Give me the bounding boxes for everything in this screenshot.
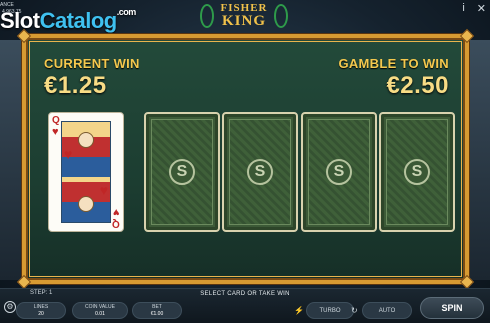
current-win-value: €1.25 [44, 72, 107, 99]
coin-value-control[interactable]: COIN VALUE 0.01 [72, 302, 128, 319]
spin-button[interactable]: SPIN [420, 297, 484, 319]
queen-head [78, 132, 94, 148]
bet-value: €1.00 [150, 311, 164, 317]
gamble-to-win-value: €2.50 [386, 72, 449, 99]
fish-icon [200, 4, 214, 28]
auto-button[interactable]: AUTO [362, 302, 412, 319]
gamble-to-win-label: GAMBLE TO WIN [338, 56, 449, 71]
queen-head [78, 196, 94, 212]
current-win-label: CURRENT WIN [44, 56, 140, 71]
card-back-2[interactable]: S [222, 112, 298, 232]
bet-label: BET [152, 304, 162, 310]
bet-control[interactable]: BET €1.00 [132, 302, 182, 319]
fishing-hook-icon: S [404, 159, 430, 185]
watermark-catalog: Catalog [39, 8, 118, 33]
card-back-1[interactable]: S [144, 112, 220, 232]
top-icons: i ✕ [462, 2, 486, 15]
gamble-panel: CURRENT WIN €1.25 GAMBLE TO WIN €2.50 Q … [16, 28, 475, 290]
info-icon[interactable]: i [462, 2, 464, 15]
revealed-card: Q ♥ ♥ ♥ Q ♥ [48, 112, 124, 232]
watermark-slot: Slot [0, 8, 40, 33]
fishing-hook-icon: S [169, 159, 195, 185]
autoplay-icon: ↻ [351, 306, 358, 315]
fish-icon [274, 4, 288, 28]
card-rank: Q [52, 115, 60, 126]
coin-value-value: 0.01 [95, 311, 105, 317]
card-back-4[interactable]: S [379, 112, 455, 232]
card-rank: Q [112, 218, 120, 229]
coin-value-label: COIN VALUE [85, 304, 115, 310]
lightning-icon: ⚡ [294, 306, 304, 315]
heart-icon: ♥ [64, 146, 73, 162]
heart-icon: ♥ [52, 126, 59, 138]
heart-icon: ♥ [99, 182, 108, 198]
lines-value: 20 [38, 311, 44, 317]
watermark-dotcom: .com [116, 7, 137, 17]
turbo-button[interactable]: TURBO [306, 302, 354, 319]
fishing-hook-icon: S [326, 159, 352, 185]
heart-icon: ♥ [113, 206, 120, 218]
watermark: SlotCatalog.com [0, 7, 137, 34]
queen-illustration: ♥ ♥ [61, 121, 111, 223]
status-message: SELECT CARD OR TAKE WIN [200, 291, 290, 297]
fishing-hook-icon: S [247, 159, 273, 185]
settings-icon[interactable]: ⚙ [4, 301, 16, 313]
lines-control[interactable]: LINES 20 [16, 302, 66, 319]
close-icon[interactable]: ✕ [477, 2, 486, 15]
lines-label: LINES [33, 304, 49, 310]
game-logo: FISHER KING [196, 0, 292, 34]
card-back-3[interactable]: S [301, 112, 377, 232]
